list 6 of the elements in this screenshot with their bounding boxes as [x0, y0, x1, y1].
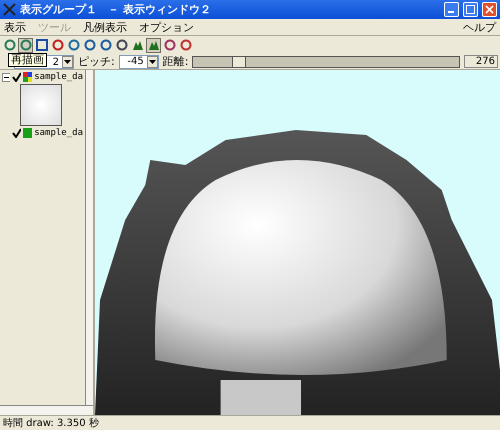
window-title: 表示グループ１ － 表示ウィンドウ２	[20, 2, 212, 17]
pitch-label: ピッチ:	[78, 54, 115, 69]
tooltip: 再描画	[8, 53, 47, 67]
distance-value: 276	[464, 55, 498, 68]
distance-label: 距離:	[162, 54, 188, 69]
status-text: 時間 draw: 3.350 秒	[3, 416, 99, 430]
